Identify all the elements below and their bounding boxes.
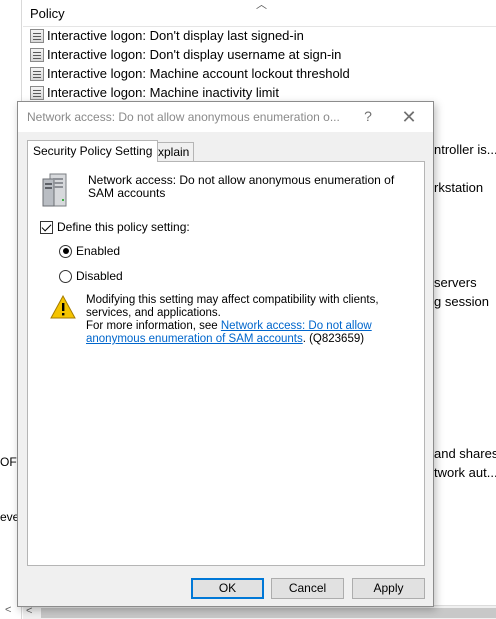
- policy-list-fragment[interactable]: ntroller is...: [434, 142, 496, 157]
- policy-label: Interactive logon: Don't display usernam…: [47, 47, 342, 62]
- policy-name: Network access: Do not allow anonymous e…: [88, 173, 395, 200]
- policy-list-item[interactable]: Interactive logon: Machine account locko…: [30, 64, 350, 83]
- disabled-label: Disabled: [76, 269, 123, 283]
- define-policy-setting[interactable]: Define this policy setting:: [40, 220, 190, 234]
- more-info-line: For more information, see Network access…: [86, 320, 416, 346]
- define-policy-checkbox[interactable]: [40, 220, 53, 234]
- policy-icon: [30, 28, 44, 43]
- enabled-option[interactable]: Enabled: [59, 244, 120, 258]
- help-icon[interactable]: ?: [358, 106, 378, 126]
- policy-list-fragment[interactable]: servers: [434, 275, 477, 290]
- policy-icon: [30, 47, 44, 62]
- enabled-label: Enabled: [76, 244, 121, 258]
- chevron-up-icon[interactable]: ︿: [256, 0, 267, 12]
- policy-icon: [30, 66, 44, 81]
- policy-list-fragment[interactable]: rkstation: [434, 180, 483, 195]
- cancel-button[interactable]: Cancel: [271, 578, 344, 599]
- apply-button[interactable]: Apply: [352, 578, 425, 599]
- horizontal-scrollbar[interactable]: <: [23, 605, 496, 619]
- compatibility-warning: Modifying this setting may affect compat…: [86, 294, 416, 346]
- enabled-radio[interactable]: [59, 244, 72, 258]
- policy-label: Interactive logon: Machine account locko…: [47, 66, 350, 81]
- tab-security-policy-setting[interactable]: Security Policy Setting: [27, 140, 159, 162]
- close-icon[interactable]: ✕: [394, 106, 424, 128]
- policy-label: Interactive logon: Don't display last si…: [47, 28, 304, 43]
- ok-button[interactable]: OK: [191, 578, 264, 599]
- policy-list-fragment[interactable]: g session: [434, 294, 489, 309]
- define-policy-label: Define this policy setting:: [57, 220, 190, 234]
- policy-list-fragment[interactable]: and shares: [434, 446, 496, 461]
- kb-reference: . (Q823659): [302, 333, 365, 345]
- policy-label: Interactive logon: Machine inactivity li…: [47, 85, 279, 100]
- server-icon: [42, 173, 67, 207]
- policy-icon: [30, 85, 44, 100]
- chevron-left-icon[interactable]: <: [5, 604, 11, 616]
- warning-icon: [50, 295, 76, 319]
- policy-list-item[interactable]: Interactive logon: Don't display last si…: [30, 26, 304, 45]
- policy-properties-dialog: Network access: Do not allow anonymous e…: [17, 101, 434, 607]
- disabled-radio[interactable]: [59, 269, 72, 283]
- dialog-title: Network access: Do not allow anonymous e…: [27, 110, 340, 124]
- disabled-option[interactable]: Disabled: [59, 269, 123, 283]
- policy-column-header[interactable]: Policy: [30, 6, 65, 21]
- policy-list-item[interactable]: Interactive logon: Don't display usernam…: [30, 45, 341, 64]
- security-policy-setting-panel: Network access: Do not allow anonymous e…: [27, 161, 425, 566]
- warning-message: Modifying this setting may affect compat…: [86, 294, 379, 319]
- more-info-prefix: For more information, see: [86, 320, 221, 332]
- policy-list-item[interactable]: Interactive logon: Machine inactivity li…: [30, 83, 279, 102]
- policy-list-fragment[interactable]: twork aut...: [434, 465, 496, 480]
- scrollbar-thumb[interactable]: [41, 608, 496, 618]
- dialog-titlebar[interactable]: Network access: Do not allow anonymous e…: [18, 102, 433, 132]
